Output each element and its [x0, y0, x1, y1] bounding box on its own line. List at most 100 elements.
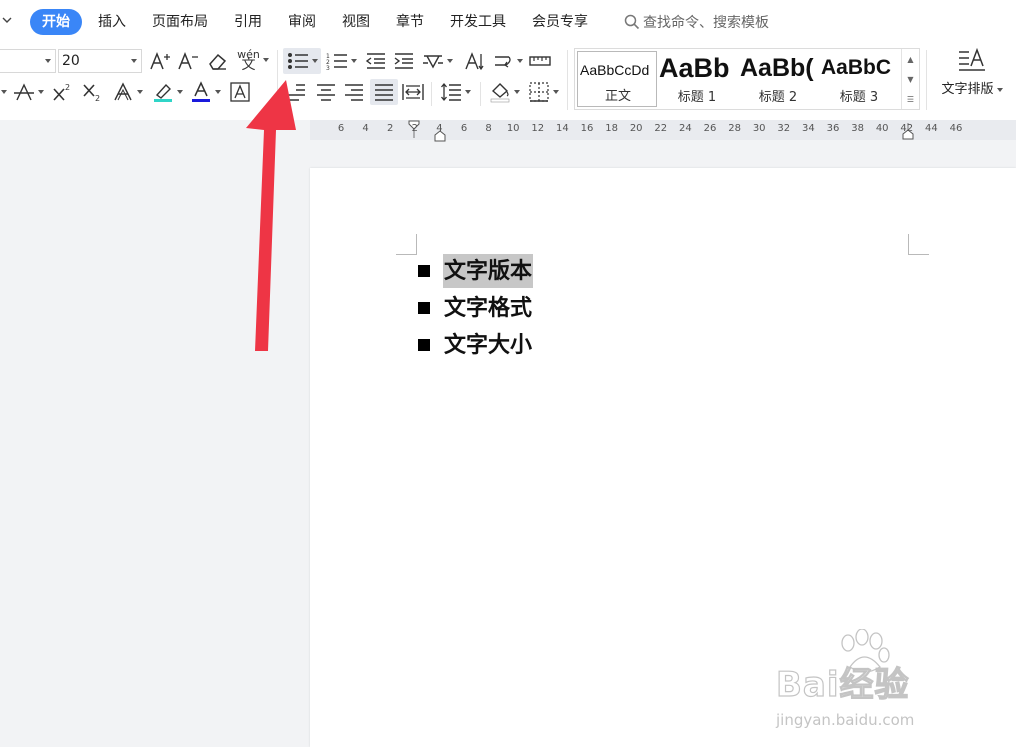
ruler-tick-label: 2 — [411, 123, 418, 134]
align-right-button[interactable] — [342, 80, 366, 104]
font-color-button[interactable] — [188, 80, 222, 104]
ruler-tick-label: 32 — [777, 123, 791, 134]
separator — [926, 50, 927, 110]
text-direction-button[interactable] — [462, 49, 486, 73]
subscript-button[interactable]: 2 — [80, 80, 106, 104]
tab-chapter[interactable]: 章节 — [386, 9, 434, 35]
superscript-icon: 2 — [53, 83, 70, 101]
tab-review[interactable]: 审阅 — [278, 9, 326, 35]
text-layout-button[interactable]: 文字排版 — [934, 48, 1010, 110]
scroll-down-icon[interactable]: ▼ — [907, 75, 913, 84]
font-name-dropdown[interactable] — [0, 49, 56, 73]
gallery-expand-icon[interactable]: ☰ — [907, 95, 914, 104]
command-search[interactable]: 查找命令、搜索模板 — [624, 12, 769, 32]
search-icon — [624, 14, 640, 30]
chinese-layout-icon — [422, 55, 443, 69]
square-bullet-icon — [418, 338, 430, 351]
tab-home[interactable]: 开始 — [30, 9, 82, 35]
distribute-icon — [402, 84, 424, 100]
ruler-tick-label: 4 — [436, 123, 443, 134]
decrease-font-size-button[interactable] — [176, 49, 200, 73]
chinese-layout-button[interactable] — [420, 49, 454, 73]
font-size-value: 20 — [62, 53, 80, 69]
bullet-list-button[interactable] — [283, 48, 321, 74]
distributed-align-button[interactable] — [400, 80, 426, 104]
highlight-color-button[interactable] — [150, 80, 184, 104]
tab-developer-tools[interactable]: 开发工具 — [440, 9, 516, 35]
ruler-tick-label: 14 — [556, 123, 569, 134]
font-color-icon — [191, 81, 210, 102]
svg-text:3: 3 — [326, 65, 330, 71]
list-item-text[interactable]: 文字格式 — [443, 291, 533, 325]
baidu-watermark: Bai经验 jingyan.baidu.com — [770, 625, 970, 745]
strikethrough-icon — [13, 83, 34, 101]
shrink-font-icon — [178, 51, 198, 70]
text-effect-icon — [113, 82, 132, 101]
borders-button[interactable] — [526, 80, 560, 104]
scroll-up-icon[interactable]: ▲ — [907, 55, 913, 64]
paint-bucket-icon — [490, 83, 509, 103]
style-name-heading-1: 标题 1 — [677, 90, 717, 105]
increase-indent-button[interactable] — [392, 49, 416, 73]
phonetic-guide-button[interactable]: wén 文 — [236, 48, 270, 72]
svg-text:2: 2 — [95, 94, 100, 102]
list-item[interactable]: 文字大小 — [418, 326, 533, 363]
ruler-tick-label: 34 — [802, 123, 815, 134]
line-spacing-icon — [440, 82, 461, 102]
margin-corner-top-left — [396, 234, 417, 255]
ruler-tick-label: 24 — [679, 123, 692, 134]
style-sample-normal: AaBbCcDd — [580, 62, 650, 78]
justify-icon — [375, 84, 393, 101]
list-item-text[interactable]: 文字大小 — [443, 328, 533, 362]
ruler-tick-label: 4 — [362, 123, 369, 134]
indent-icon — [394, 53, 413, 69]
superscript-button[interactable]: 2 — [50, 80, 76, 104]
ruler-tick-label: 20 — [629, 123, 643, 134]
style-sample-heading-1: AaBb — [659, 53, 730, 83]
separator — [431, 82, 432, 106]
ruler-tick-label: 6 — [460, 123, 468, 134]
ruler-tick-label: 38 — [851, 123, 864, 134]
list-item-text[interactable]: 文字版本 — [443, 253, 534, 288]
list-item[interactable]: 文字格式 — [418, 289, 533, 326]
outdent-icon — [365, 53, 385, 69]
ruler-tick-label: 26 — [703, 123, 717, 134]
increase-font-size-button[interactable] — [148, 49, 172, 73]
search-placeholder: 查找命令、搜索模板 — [643, 15, 769, 31]
decrease-indent-button[interactable] — [364, 49, 388, 73]
style-name-heading-3: 标题 3 — [839, 90, 879, 105]
style-normal[interactable]: AaBbCcDd 正文 — [577, 51, 657, 107]
borders-icon — [528, 82, 549, 102]
watermark-url: jingyan.baidu.com — [776, 711, 915, 729]
clear-formatting-button[interactable] — [206, 49, 230, 73]
style-sample-heading-3: AaBbC — [821, 56, 892, 79]
ruler-tick-label: 8 — [485, 123, 492, 134]
font-combo: 20 — [0, 49, 142, 73]
ruler-toggle-button[interactable] — [528, 49, 552, 73]
bullet-list: 文字版本 文字格式 文字大小 — [418, 252, 534, 363]
justify-button[interactable] — [370, 79, 398, 105]
list-item[interactable]: 文字版本 — [418, 252, 534, 289]
line-spacing-button[interactable] — [436, 80, 474, 104]
strikethrough-button[interactable] — [0, 80, 44, 104]
numbered-list-button[interactable]: 123 — [324, 49, 358, 73]
numbering-icon: 123 — [326, 53, 347, 71]
collapse-ribbon-icon[interactable] — [0, 15, 14, 29]
style-heading-3[interactable]: AaBbC 标题 3 — [819, 51, 899, 107]
bullets-icon — [287, 53, 308, 69]
ruler-tick-label: 10 — [506, 123, 520, 134]
tab-view[interactable]: 视图 — [332, 9, 380, 35]
font-size-dropdown[interactable]: 20 — [58, 49, 142, 73]
shading-button[interactable] — [486, 80, 522, 104]
tab-references[interactable]: 引用 — [224, 9, 272, 35]
style-heading-2[interactable]: AaBb( 标题 2 — [738, 51, 818, 107]
tab-member-exclusive[interactable]: 会员专享 — [522, 9, 598, 35]
style-heading-1[interactable]: AaBb 标题 1 — [657, 51, 737, 107]
square-bullet-icon — [418, 264, 430, 277]
line-break-button[interactable] — [490, 49, 524, 73]
tab-insert[interactable]: 插入 — [88, 9, 136, 35]
ruler-tick-label: 16 — [580, 123, 594, 134]
text-effects-button[interactable] — [110, 80, 144, 104]
tab-page-layout[interactable]: 页面布局 — [142, 9, 218, 35]
horizontal-ruler[interactable]: 6 4 2 2 4 6 8 10 12 14 16 18 20 22 24 26 28 30 32 34 36 38 40 4… — [310, 120, 1016, 142]
